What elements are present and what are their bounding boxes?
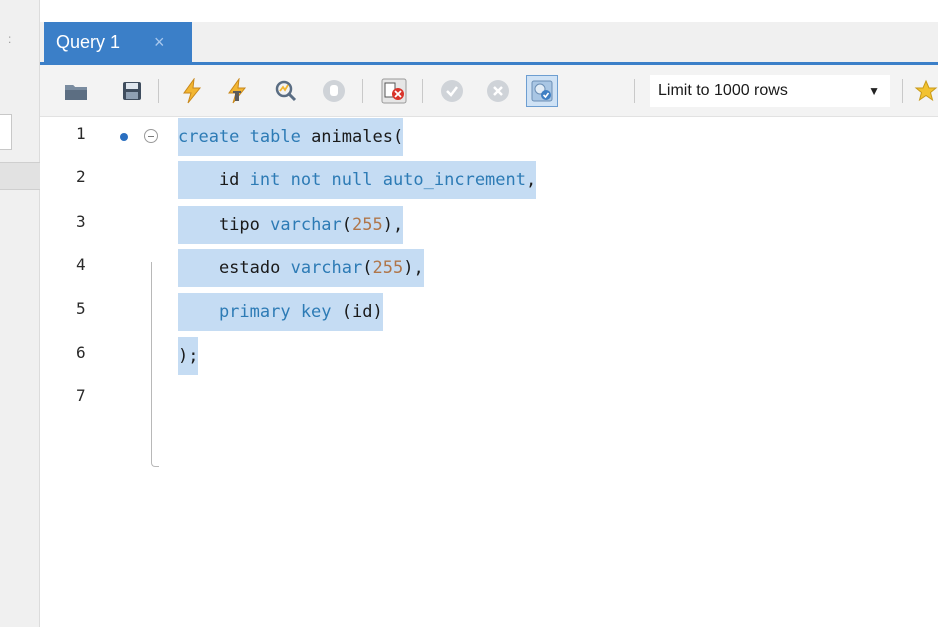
sidebar-grip[interactable]: : bbox=[8, 32, 11, 46]
tab-bar: Query 1 × bbox=[40, 0, 938, 64]
sidebar-field[interactable] bbox=[0, 114, 12, 150]
left-sidebar-strip: : bbox=[0, 0, 40, 627]
fold-end-marker bbox=[151, 459, 159, 467]
sql-text: ); bbox=[178, 346, 199, 366]
stop-icon[interactable] bbox=[320, 77, 348, 105]
commit-icon[interactable] bbox=[438, 77, 466, 105]
line-number: 1 bbox=[76, 124, 86, 143]
editor-line: 5 primary key (id) bbox=[40, 293, 938, 331]
code-line[interactable]: id int not null auto_increment, bbox=[178, 161, 537, 199]
code-line[interactable]: ); bbox=[178, 337, 199, 375]
line-number: 6 bbox=[76, 343, 86, 362]
sidebar-row[interactable] bbox=[0, 162, 40, 190]
editor-line: 4 estado varchar(255), bbox=[40, 249, 938, 287]
toolbar-separator bbox=[362, 79, 363, 103]
sql-keyword: varchar bbox=[270, 215, 342, 235]
sql-number: 255 bbox=[372, 258, 404, 278]
toolbar-separator bbox=[634, 79, 635, 103]
editor-line: 7 bbox=[40, 380, 938, 418]
line-number: 4 bbox=[76, 255, 86, 274]
sql-toolbar: Limit to 1000 rows ▼ bbox=[40, 65, 938, 117]
sql-text: ( bbox=[341, 215, 353, 235]
chevron-down-icon[interactable]: ▼ bbox=[868, 75, 880, 107]
line-number: 3 bbox=[76, 212, 86, 231]
line-number: 2 bbox=[76, 167, 86, 186]
sql-text: tipo bbox=[178, 215, 271, 235]
toggle-error-icon[interactable] bbox=[380, 77, 408, 105]
sql-text: (id) bbox=[341, 302, 383, 322]
line-number: 7 bbox=[76, 386, 86, 405]
sql-keyword: varchar bbox=[290, 258, 363, 278]
editor-line: 3 tipo varchar(255), bbox=[40, 206, 938, 244]
save-icon[interactable] bbox=[118, 77, 146, 105]
tab-label: Query 1 bbox=[56, 32, 121, 52]
limit-rows-select[interactable]: Limit to 1000 rows ▼ bbox=[650, 75, 890, 107]
editor-line: 6 ); bbox=[40, 337, 938, 375]
autocommit-icon[interactable] bbox=[526, 75, 558, 107]
tab-bar-top bbox=[40, 0, 938, 22]
sql-keyword: int not null auto_increment bbox=[249, 170, 526, 190]
code-line[interactable]: create table animales( bbox=[178, 118, 404, 156]
execute-current-icon[interactable] bbox=[224, 77, 252, 105]
snippets-icon[interactable] bbox=[914, 77, 938, 105]
code-line[interactable]: primary key (id) bbox=[178, 293, 383, 331]
tab-query-1[interactable]: Query 1 × bbox=[44, 22, 192, 62]
editor-line: 1 create table animales( bbox=[40, 118, 938, 156]
sql-number: 255 bbox=[352, 215, 383, 235]
sql-text: ( bbox=[362, 258, 373, 278]
sql-keyword: primary key bbox=[178, 302, 342, 322]
code-line[interactable]: tipo varchar(255), bbox=[178, 206, 404, 244]
sql-text: id bbox=[178, 170, 250, 190]
sql-text: ), bbox=[403, 258, 424, 278]
close-icon[interactable]: × bbox=[154, 22, 165, 62]
sql-text: , bbox=[526, 170, 537, 190]
sql-text: estado bbox=[178, 258, 291, 278]
sql-editor[interactable]: 1 create table animales( 2 id int not nu… bbox=[40, 118, 938, 627]
open-folder-icon[interactable] bbox=[62, 77, 90, 105]
execute-icon[interactable] bbox=[178, 77, 206, 105]
limit-rows-value: Limit to 1000 rows bbox=[658, 82, 788, 99]
sql-text: animales( bbox=[311, 127, 404, 147]
sql-text: ), bbox=[382, 215, 404, 235]
code-line[interactable]: estado varchar(255), bbox=[178, 249, 424, 287]
editor-line: 2 id int not null auto_increment, bbox=[40, 161, 938, 199]
line-number: 5 bbox=[76, 299, 86, 318]
statement-marker-icon bbox=[120, 133, 128, 141]
toolbar-separator bbox=[158, 79, 159, 103]
fold-toggle-icon[interactable] bbox=[144, 129, 158, 143]
explain-icon[interactable] bbox=[272, 77, 300, 105]
toolbar-separator bbox=[902, 79, 903, 103]
rollback-icon[interactable] bbox=[484, 77, 512, 105]
sql-keyword: create table bbox=[178, 127, 312, 147]
toolbar-separator bbox=[422, 79, 423, 103]
